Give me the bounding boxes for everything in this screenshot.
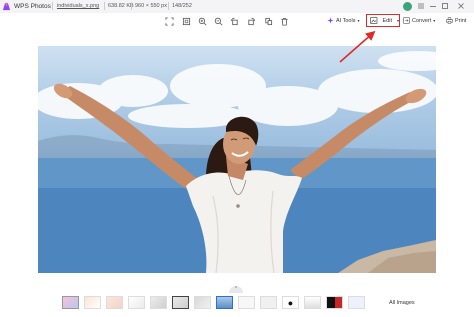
chevron-down-icon: ▾ [396,18,399,23]
thumbnail[interactable] [172,296,189,309]
ai-tools-label: AI Tools [336,17,356,24]
print-button[interactable]: Print [446,14,466,27]
edit-button[interactable]: Edit ▾ [366,14,400,27]
avatar[interactable] [403,2,412,11]
thumbnail[interactable] [106,296,123,309]
close-icon[interactable] [456,1,466,11]
filmstrip: ● [62,296,365,310]
ai-sparkle-icon [327,17,334,24]
convert-icon [403,17,410,24]
delete-icon[interactable] [278,15,290,27]
edit-image-icon [370,17,378,24]
thumbnail[interactable] [304,296,321,309]
image-counter: 148/252 [172,3,192,9]
app-name: WPS Photos [14,3,51,10]
divider [168,2,169,10]
divider [52,2,53,10]
all-images-link[interactable]: All Images [389,300,415,306]
print-label: Print [455,17,467,24]
thumbnail[interactable] [84,296,101,309]
divider [104,2,105,10]
image-dimensions: 960 × 550 px [135,3,167,9]
divider [131,2,132,10]
app-logo-icon [2,2,11,11]
thumbnail[interactable] [260,296,277,309]
menu-icon[interactable] [416,1,426,11]
file-size: 638.82 KB [108,3,134,9]
ai-tools-button[interactable]: AI Tools ▾ [327,14,359,27]
fullscreen-icon[interactable] [163,15,175,27]
thumbnail[interactable] [150,296,167,309]
thumbnail[interactable] [62,296,79,309]
restore-icon[interactable] [440,1,450,11]
minimize-icon[interactable] [428,1,438,11]
zoom-in-icon[interactable] [196,15,208,27]
thumbnail-selected[interactable] [216,296,233,309]
thumbnail[interactable] [194,296,211,309]
convert-button[interactable]: Convert ▾ [403,14,435,27]
filename[interactable]: individuals_x.png [57,3,99,9]
thumbnail[interactable] [348,296,365,309]
apple-logo-thumbnail[interactable]: ● [282,296,299,309]
print-icon [446,17,453,24]
rotate-left-icon[interactable] [228,15,240,27]
main-photo [38,46,436,273]
thumbnail[interactable] [326,296,343,309]
fit-screen-icon[interactable] [180,15,192,27]
crop-icon[interactable] [262,15,274,27]
edit-label: Edit [382,17,392,24]
rotate-right-icon[interactable] [245,15,257,27]
chevron-down-icon: ▾ [433,18,436,23]
zoom-out-icon[interactable] [212,15,224,27]
chevron-down-icon: ▾ [357,18,360,23]
thumbnail[interactable] [128,296,145,309]
thumbnail[interactable] [238,296,255,309]
title-bar: WPS Photos individuals_x.png 638.82 KB 9… [0,0,474,13]
collapse-filmstrip-button[interactable]: ^ [229,286,243,293]
convert-label: Convert [412,17,432,24]
